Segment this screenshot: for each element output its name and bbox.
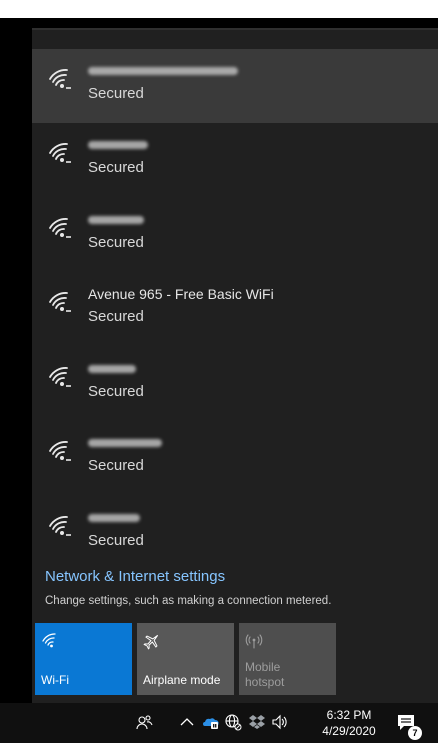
hotspot-icon bbox=[245, 634, 263, 649]
wifi-signal-icon bbox=[49, 441, 71, 461]
clock-time: 6:32 PM bbox=[326, 708, 372, 722]
wifi-signal-icon bbox=[49, 69, 71, 89]
network-name-redacted bbox=[88, 141, 148, 149]
network-name: Avenue 965 - Free Basic WiFi bbox=[88, 286, 274, 302]
network-settings-link[interactable]: Network & Internet settings bbox=[45, 568, 225, 585]
wifi-icon bbox=[42, 633, 56, 648]
network-item[interactable]: Secured bbox=[32, 123, 438, 198]
network-status: Secured bbox=[88, 457, 144, 474]
volume-icon[interactable] bbox=[271, 713, 289, 731]
network-status: Secured bbox=[88, 233, 144, 251]
quick-action-tiles: Wi-Fi Airplane mode Mobile hotspot bbox=[35, 623, 438, 695]
top-window-strip bbox=[0, 0, 438, 18]
network-item[interactable]: Secured bbox=[32, 49, 438, 123]
network-status: Secured bbox=[88, 85, 144, 102]
taskbar-clock[interactable]: 6:32 PM 4/29/2020 bbox=[316, 707, 382, 739]
chevron-up-icon[interactable] bbox=[178, 713, 196, 731]
network-name-redacted bbox=[88, 439, 162, 447]
wifi-toggle-tile[interactable]: Wi-Fi bbox=[35, 623, 132, 695]
network-item[interactable]: Secured bbox=[32, 421, 438, 496]
network-name-redacted bbox=[88, 364, 136, 373]
wifi-signal-icon bbox=[49, 217, 71, 238]
network-name-redacted bbox=[88, 215, 144, 224]
mobile-hotspot-tile[interactable]: Mobile hotspot bbox=[239, 623, 336, 695]
network-item[interactable]: Secured bbox=[32, 198, 438, 273]
hotspot-label-line1: Mobile bbox=[245, 660, 281, 674]
network-list: Secured Secured Secured Avenue 965 - Fre… bbox=[32, 49, 438, 570]
network-status: Secured bbox=[88, 159, 144, 176]
wifi-signal-icon bbox=[49, 292, 71, 312]
taskbar: 6:32 PM 4/29/2020 7 bbox=[0, 703, 438, 743]
network-settings-description: Change settings, such as making a connec… bbox=[45, 595, 332, 607]
hotspot-label-line2: hotspot bbox=[245, 675, 285, 689]
notification-count-badge: 7 bbox=[408, 726, 422, 740]
network-name-redacted bbox=[88, 513, 140, 522]
network-status: Secured bbox=[88, 382, 144, 400]
network-item[interactable]: Secured bbox=[32, 496, 438, 571]
hotspot-tile-label: Mobile hotspot bbox=[245, 660, 284, 690]
wifi-signal-icon bbox=[49, 515, 71, 536]
wifi-signal-icon bbox=[49, 143, 71, 163]
dropbox-icon[interactable] bbox=[248, 713, 266, 731]
network-status: Secured bbox=[88, 308, 144, 325]
airplane-mode-tile[interactable]: Airplane mode bbox=[137, 623, 234, 695]
wifi-signal-icon bbox=[49, 366, 71, 387]
wifi-tile-label: Wi-Fi bbox=[41, 673, 69, 687]
network-flyout: Secured Secured Secured Avenue 965 - Fre… bbox=[32, 30, 438, 703]
airplane-icon bbox=[143, 634, 159, 650]
airplane-tile-label: Airplane mode bbox=[143, 673, 221, 687]
network-name-redacted bbox=[88, 67, 238, 75]
people-icon[interactable] bbox=[135, 713, 153, 731]
onedrive-icon[interactable] bbox=[202, 713, 220, 731]
network-globe-icon[interactable] bbox=[224, 713, 242, 731]
network-item[interactable]: Secured bbox=[32, 347, 438, 422]
network-item[interactable]: Avenue 965 - Free Basic WiFi Secured bbox=[32, 272, 438, 347]
clock-date: 4/29/2020 bbox=[322, 724, 376, 738]
network-status: Secured bbox=[88, 531, 144, 549]
